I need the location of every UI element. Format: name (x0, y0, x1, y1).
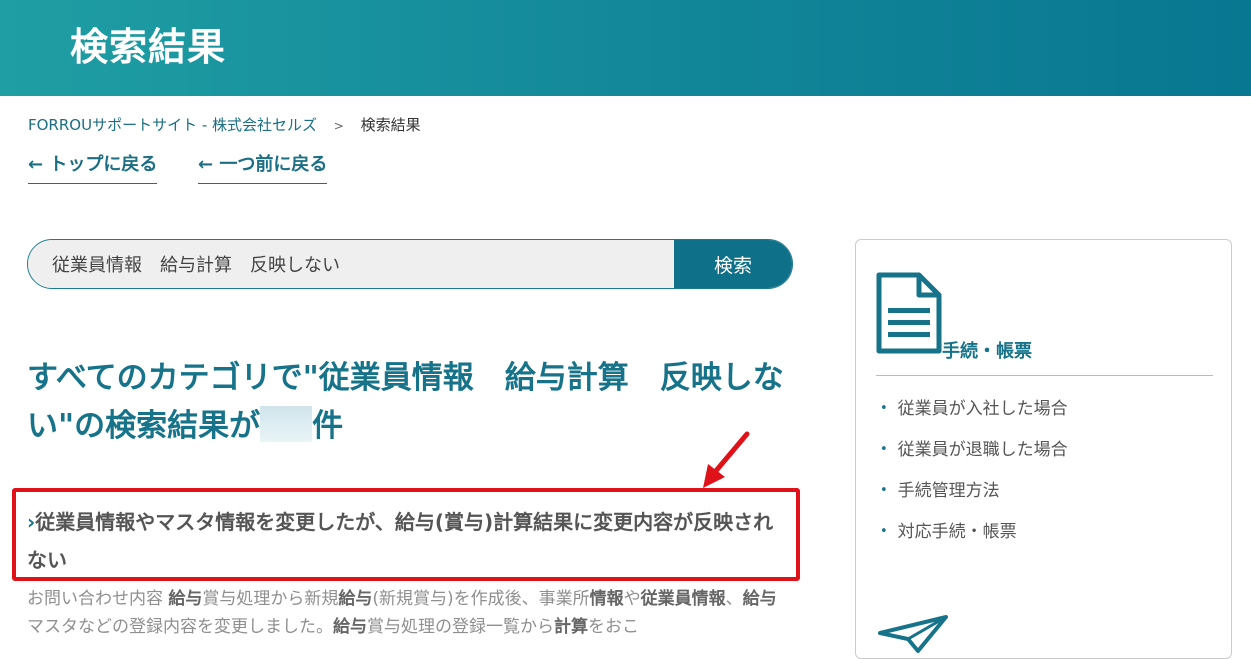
category-item-supported-forms[interactable]: • 対応手続・帳票 (880, 515, 1068, 556)
category-item-procedure-management[interactable]: • 手続管理方法 (880, 474, 1068, 515)
category-item-label: 従業員が退職した場合 (897, 440, 1068, 460)
search-button[interactable]: 検索 (674, 240, 792, 288)
category-title: 手続・帳票 (942, 341, 1032, 362)
breadcrumb-separator: > (333, 119, 344, 133)
result-heading-suffix: 件 (312, 408, 344, 444)
category-item-label: 従業員が入社した場合 (897, 399, 1068, 419)
category-list: • 従業員が入社した場合 • 従業員が退職した場合 • 手続管理方法 • 対応手続・帳票 (880, 392, 1068, 556)
page-header: 検索結果 (0, 0, 1251, 96)
paper-plane-icon (878, 615, 948, 653)
category-item-joining[interactable]: • 従業員が入社した場合 (880, 392, 1068, 433)
back-to-previous-link[interactable]: ← 一つ前に戻る (198, 150, 328, 184)
result-title-link[interactable]: ›従業員情報やマスタ情報を変更したが、給与(賞与)計算結果に変更内容が反映されな… (27, 503, 787, 579)
search-input[interactable] (28, 240, 676, 288)
category-divider (876, 375, 1213, 376)
result-title-text: 従業員情報やマスタ情報を変更したが、給与(賞与)計算結果に変更内容が反映されない (27, 510, 774, 572)
page-title: 検索結果 (70, 25, 227, 69)
sidebar-category-card: 手続・帳票 • 従業員が入社した場合 • 従業員が退職した場合 • 手続管理方法 • 対… (855, 239, 1232, 659)
bullet-icon: • (880, 442, 888, 457)
document-icon (876, 272, 942, 354)
result-count-redacted (260, 406, 313, 442)
result-snippet: お問い合わせ内容 給与賞与処理から新規給与(新規賞与)を作成後、事業所情報や従業… (27, 589, 777, 637)
category-item-leaving[interactable]: • 従業員が退職した場合 (880, 433, 1068, 474)
bullet-icon: • (880, 401, 888, 416)
bullet-icon: • (880, 524, 888, 539)
breadcrumb-current: 検索結果 (360, 116, 421, 134)
breadcrumb-home-link[interactable]: FORROUサポートサイト - 株式会社セルズ (28, 116, 317, 134)
category-item-label: 対応手続・帳票 (897, 522, 1017, 542)
bullet-icon: • (880, 483, 888, 498)
breadcrumb: FORROUサポートサイト - 株式会社セルズ > 検索結果 (28, 114, 421, 135)
search-form: 検索 (27, 239, 793, 289)
search-result-heading: すべてのカテゴリで"従業員情報 給与計算 反映しない"の検索結果が件 (27, 354, 797, 450)
back-to-top-link[interactable]: ← トップに戻る (28, 150, 158, 184)
red-arrow-annotation (703, 431, 750, 488)
result-heading-text: すべてのカテゴリで"従業員情報 給与計算 反映しない"の検索結果が (27, 360, 784, 444)
chevron-right-icon: › (27, 510, 36, 534)
category-item-label: 手続管理方法 (897, 481, 1000, 501)
